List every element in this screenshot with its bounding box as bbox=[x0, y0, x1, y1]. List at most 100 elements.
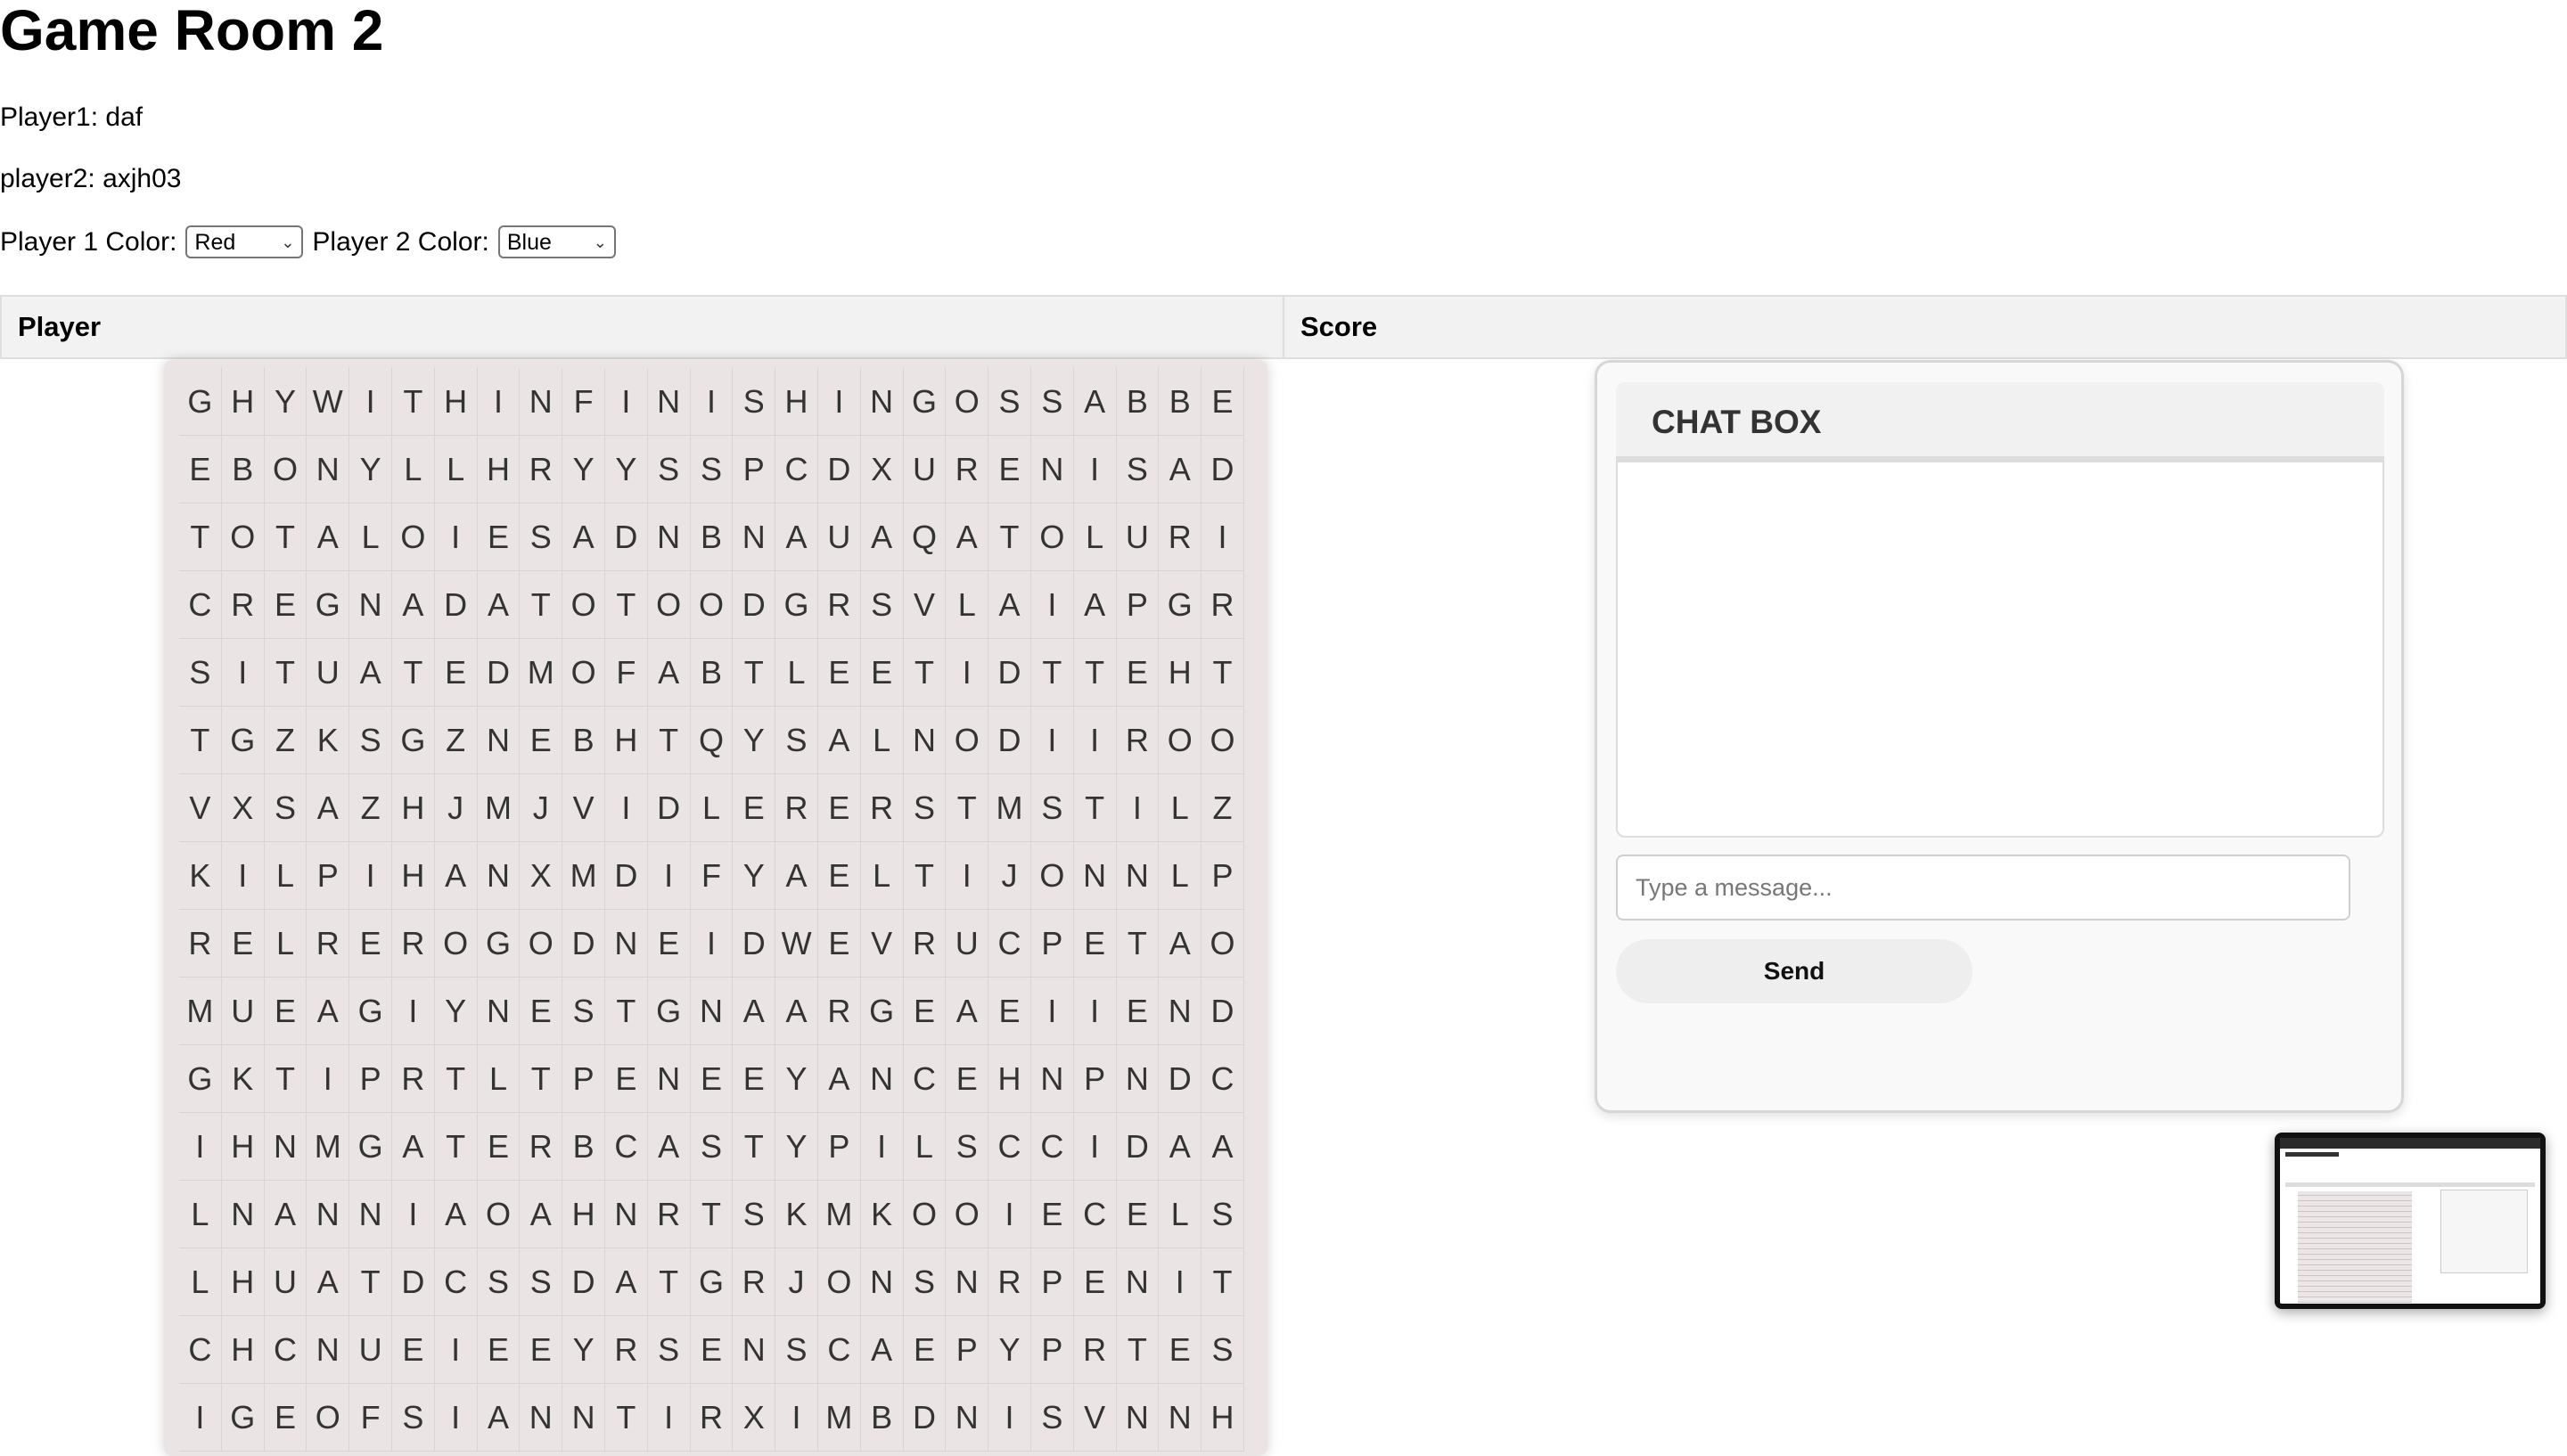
grid-cell[interactable]: B bbox=[562, 707, 605, 774]
grid-cell[interactable]: Z bbox=[349, 774, 392, 842]
grid-cell[interactable]: E bbox=[477, 1113, 521, 1181]
grid-cell[interactable]: U bbox=[817, 503, 861, 571]
grid-cell[interactable]: C bbox=[1030, 1113, 1074, 1181]
grid-cell[interactable]: I bbox=[775, 1384, 818, 1452]
grid-cell[interactable]: B bbox=[1159, 368, 1202, 436]
grid-cell[interactable]: E bbox=[733, 1045, 776, 1113]
grid-cell[interactable]: R bbox=[1159, 503, 1202, 571]
grid-cell[interactable]: A bbox=[1201, 1113, 1244, 1181]
grid-cell[interactable]: Y bbox=[988, 1316, 1031, 1384]
grid-cell[interactable]: M bbox=[562, 842, 605, 910]
grid-cell[interactable]: E bbox=[903, 1316, 947, 1384]
grid-cell[interactable]: T bbox=[434, 1113, 478, 1181]
grid-cell[interactable]: N bbox=[1030, 1045, 1074, 1113]
grid-cell[interactable]: O bbox=[946, 707, 989, 774]
grid-cell[interactable]: A bbox=[860, 1316, 904, 1384]
grid-cell[interactable]: D bbox=[604, 503, 648, 571]
grid-cell[interactable]: F bbox=[690, 842, 734, 910]
grid-cell[interactable]: G bbox=[179, 1045, 222, 1113]
grid-cell[interactable]: G bbox=[221, 1384, 265, 1452]
grid-cell[interactable]: C bbox=[1073, 1181, 1117, 1248]
grid-cell[interactable]: Y bbox=[562, 1316, 605, 1384]
grid-cell[interactable]: L bbox=[434, 436, 478, 503]
grid-cell[interactable]: C bbox=[1201, 1045, 1244, 1113]
grid-cell[interactable]: I bbox=[179, 1384, 222, 1452]
grid-cell[interactable]: T bbox=[264, 503, 308, 571]
grid-cell[interactable]: W bbox=[307, 368, 350, 436]
grid-cell[interactable]: L bbox=[946, 571, 989, 639]
grid-cell[interactable]: F bbox=[562, 368, 605, 436]
grid-cell[interactable]: H bbox=[1159, 639, 1202, 707]
grid-cell[interactable]: N bbox=[477, 707, 521, 774]
grid-cell[interactable]: W bbox=[775, 910, 818, 977]
grid-cell[interactable]: D bbox=[1116, 1113, 1160, 1181]
grid-cell[interactable]: S bbox=[349, 707, 392, 774]
grid-cell[interactable]: O bbox=[690, 571, 734, 639]
grid-cell[interactable]: T bbox=[1201, 639, 1244, 707]
grid-cell[interactable]: N bbox=[733, 1316, 776, 1384]
grid-cell[interactable]: N bbox=[860, 1045, 904, 1113]
grid-cell[interactable]: K bbox=[221, 1045, 265, 1113]
grid-cell[interactable]: K bbox=[775, 1181, 818, 1248]
grid-cell[interactable]: I bbox=[1030, 707, 1074, 774]
grid-cell[interactable]: M bbox=[477, 774, 521, 842]
grid-cell[interactable]: S bbox=[690, 1113, 734, 1181]
grid-cell[interactable]: N bbox=[647, 368, 691, 436]
grid-cell[interactable]: A bbox=[1073, 571, 1117, 639]
grid-cell[interactable]: V bbox=[1073, 1384, 1117, 1452]
grid-cell[interactable]: N bbox=[1116, 1045, 1160, 1113]
grid-cell[interactable]: S bbox=[1201, 1181, 1244, 1248]
grid-cell[interactable]: I bbox=[946, 842, 989, 910]
grid-cell[interactable]: I bbox=[434, 1316, 478, 1384]
grid-cell[interactable]: P bbox=[349, 1045, 392, 1113]
grid-cell[interactable]: T bbox=[1201, 1248, 1244, 1316]
grid-cell[interactable]: O bbox=[1030, 842, 1074, 910]
grid-cell[interactable]: U bbox=[221, 977, 265, 1045]
grid-cell[interactable]: I bbox=[391, 977, 435, 1045]
grid-cell[interactable]: A bbox=[434, 842, 478, 910]
grid-cell[interactable]: T bbox=[520, 571, 563, 639]
grid-cell[interactable]: S bbox=[903, 774, 947, 842]
grid-cell[interactable]: S bbox=[903, 1248, 947, 1316]
grid-cell[interactable]: A bbox=[477, 1384, 521, 1452]
grid-cell[interactable]: N bbox=[221, 1181, 265, 1248]
grid-cell[interactable]: T bbox=[903, 639, 947, 707]
grid-cell[interactable]: A bbox=[860, 503, 904, 571]
grid-cell[interactable]: I bbox=[647, 1384, 691, 1452]
grid-cell[interactable]: S bbox=[562, 977, 605, 1045]
grid-cell[interactable]: T bbox=[946, 774, 989, 842]
grid-cell[interactable]: R bbox=[520, 436, 563, 503]
grid-cell[interactable]: S bbox=[733, 368, 776, 436]
grid-cell[interactable]: A bbox=[946, 503, 989, 571]
grid-cell[interactable]: T bbox=[604, 1384, 648, 1452]
grid-cell[interactable]: E bbox=[690, 1316, 734, 1384]
grid-cell[interactable]: A bbox=[477, 571, 521, 639]
grid-cell[interactable]: G bbox=[690, 1248, 734, 1316]
grid-cell[interactable]: A bbox=[647, 1113, 691, 1181]
grid-cell[interactable]: L bbox=[690, 774, 734, 842]
grid-cell[interactable]: N bbox=[349, 1181, 392, 1248]
grid-cell[interactable]: T bbox=[391, 639, 435, 707]
grid-cell[interactable]: N bbox=[1159, 1384, 1202, 1452]
grid-cell[interactable]: D bbox=[604, 842, 648, 910]
grid-cell[interactable]: H bbox=[391, 842, 435, 910]
grid-cell[interactable]: E bbox=[264, 571, 308, 639]
grid-cell[interactable]: E bbox=[733, 774, 776, 842]
grid-cell[interactable]: G bbox=[349, 977, 392, 1045]
grid-cell[interactable]: E bbox=[988, 436, 1031, 503]
grid-cell[interactable]: M bbox=[179, 977, 222, 1045]
grid-cell[interactable]: O bbox=[221, 503, 265, 571]
grid-cell[interactable]: I bbox=[1030, 977, 1074, 1045]
grid-cell[interactable]: C bbox=[179, 571, 222, 639]
grid-cell[interactable]: X bbox=[520, 842, 563, 910]
grid-cell[interactable]: Y bbox=[604, 436, 648, 503]
send-button[interactable]: Send bbox=[1616, 939, 1972, 1003]
grid-cell[interactable]: D bbox=[903, 1384, 947, 1452]
grid-cell[interactable]: C bbox=[988, 910, 1031, 977]
grid-cell[interactable]: R bbox=[860, 774, 904, 842]
grid-cell[interactable]: P bbox=[1073, 1045, 1117, 1113]
grid-cell[interactable]: E bbox=[349, 910, 392, 977]
grid-cell[interactable]: E bbox=[817, 774, 861, 842]
grid-cell[interactable]: A bbox=[817, 1045, 861, 1113]
grid-cell[interactable]: E bbox=[1116, 639, 1160, 707]
